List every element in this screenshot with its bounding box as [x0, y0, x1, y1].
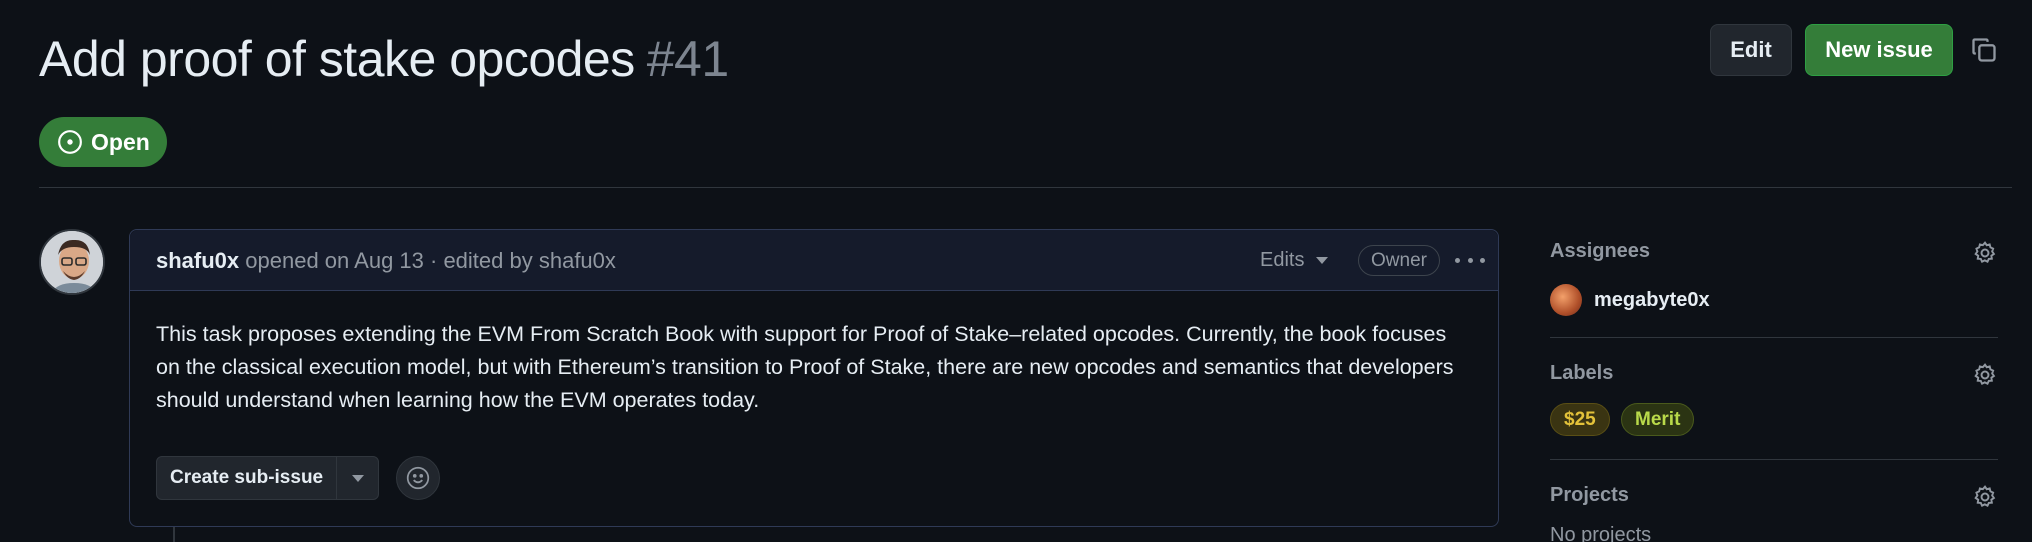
comment-meta: shafu0x opened on Aug 13 · edited by sha… — [156, 248, 616, 274]
assignees-section: Assignees — [1550, 240, 1998, 263]
assignee-name: megabyte0x — [1594, 288, 1710, 311]
labels-section: Labels — [1550, 362, 1998, 385]
issue-state-label: Open — [91, 128, 150, 155]
sidebar-divider — [1550, 337, 1998, 338]
assignee-item[interactable]: megabyte0x — [1550, 284, 1710, 316]
assignee-avatar — [1550, 284, 1582, 316]
create-sub-issue-button[interactable]: Create sub-issue — [157, 457, 336, 499]
label-25[interactable]: $25 — [1550, 403, 1610, 436]
sidebar-divider — [1550, 459, 1998, 460]
owner-badge: Owner — [1358, 245, 1440, 276]
no-projects-text: No projects — [1550, 524, 1652, 542]
label-merit[interactable]: Merit — [1621, 403, 1695, 436]
edits-dropdown[interactable]: Edits — [1260, 249, 1329, 272]
issue-title: Add proof of stake opcodes #41 — [39, 30, 729, 88]
chevron-down-icon — [351, 474, 364, 482]
comment-body: This task proposes extending the EVM Fro… — [156, 322, 1454, 412]
gear-icon[interactable] — [1972, 484, 1998, 510]
chevron-down-icon — [1316, 257, 1329, 264]
comment-meta-text: opened on Aug 13 · edited by shafu0x — [239, 248, 616, 273]
issue-comment: shafu0x opened on Aug 13 · edited by sha… — [129, 229, 1499, 527]
header-divider — [39, 187, 2012, 188]
author-avatar[interactable] — [39, 229, 105, 295]
issue-open-icon — [58, 130, 82, 154]
timeline-line — [173, 527, 175, 542]
edit-button[interactable]: Edit — [1710, 24, 1792, 76]
new-issue-button[interactable]: New issue — [1805, 24, 1953, 76]
kebab-icon[interactable] — [1455, 248, 1485, 272]
copy-icon[interactable] — [1970, 36, 1998, 64]
comment-header: shafu0x opened on Aug 13 · edited by sha… — [130, 230, 1498, 291]
issue-title-text: Add proof of stake opcodes — [39, 31, 635, 87]
issue-page: Add proof of stake opcodes #41 Edit New i… — [0, 0, 2032, 542]
create-sub-issue-split-button: Create sub-issue — [156, 456, 380, 500]
smiley-icon — [406, 466, 430, 490]
projects-section: Projects — [1550, 484, 1998, 507]
projects-heading: Projects — [1550, 484, 1629, 506]
labels-heading: Labels — [1550, 362, 1614, 384]
issue-number: #41 — [646, 31, 729, 87]
add-reaction-button[interactable] — [396, 456, 440, 500]
edits-label: Edits — [1260, 249, 1305, 271]
comment-author-link[interactable]: shafu0x — [156, 248, 239, 273]
issue-state-badge: Open — [39, 117, 167, 167]
assignees-heading: Assignees — [1550, 240, 1651, 262]
gear-icon[interactable] — [1972, 240, 1998, 266]
sub-issue-dropdown-button[interactable] — [336, 457, 378, 499]
gear-icon[interactable] — [1972, 362, 1998, 388]
